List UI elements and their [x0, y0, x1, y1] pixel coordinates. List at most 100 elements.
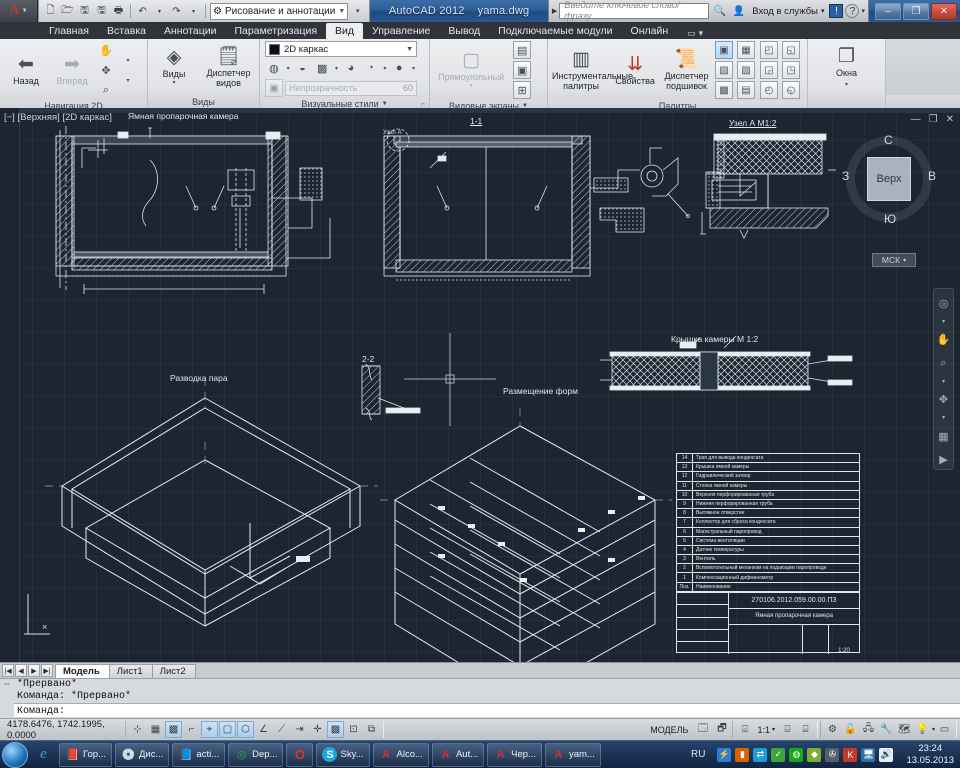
forward-button[interactable]: ➡ Вперед	[51, 54, 93, 87]
workspace-selector[interactable]: ⚙ Рисование и аннотации ▼	[210, 2, 349, 20]
visual-style-selector[interactable]: 2D каркас ▼	[265, 41, 417, 57]
taskbar-item-alcohol[interactable]: A Alco...	[372, 742, 429, 767]
signin-button[interactable]: Вход в службы ▾	[749, 6, 827, 17]
chevron-down-icon[interactable]: ▾	[699, 28, 704, 39]
edge-icon[interactable]: ◕	[342, 59, 360, 77]
windows-button[interactable]: ❐ Окна ▾	[826, 46, 868, 89]
zoom-icon[interactable]: ⌕	[935, 354, 952, 373]
play-icon[interactable]: ▶	[935, 450, 952, 469]
tray-icon-green[interactable]: ◍	[789, 747, 804, 762]
orbit-dropdown-icon[interactable]: ▾	[119, 51, 137, 69]
application-menu-button[interactable]: A ▼	[0, 0, 38, 22]
object-snap-toggle[interactable]: ▢	[219, 721, 236, 738]
status-expand-icon[interactable]: ▾	[932, 726, 935, 733]
redo-dropdown-icon[interactable]: ▾	[186, 4, 201, 19]
dynamic-input-toggle[interactable]: ✛	[309, 721, 326, 738]
chevron-down-icon[interactable]: ▼	[338, 8, 345, 15]
rectangular-viewport-button[interactable]: ▢ Прямоугольный ▾	[435, 50, 507, 90]
layer-properties-icon[interactable]: ◴	[760, 81, 778, 99]
fullscreen-icon[interactable]: ▭	[936, 721, 953, 738]
polar-tracking-toggle[interactable]: ⌖	[201, 721, 218, 738]
compass-south-label[interactable]: Ю	[884, 212, 896, 226]
single-viewport-icon[interactable]: ▣	[513, 61, 532, 79]
taskbar-item-folder-1[interactable]: 📕 Гор...	[59, 742, 112, 767]
taskbar-item-autocad-yama[interactable]: Ayam...	[544, 742, 601, 767]
command-line-grip[interactable]: ⋯	[0, 679, 14, 718]
sun-properties-icon[interactable]: ◳	[782, 61, 800, 79]
qat-customize-icon[interactable]: ▾	[350, 4, 365, 19]
silhouette-icon[interactable]: ◔	[362, 59, 380, 77]
dbconnect-icon[interactable]: ▧	[715, 61, 733, 79]
tray-icon-power[interactable]: ⚡	[717, 747, 732, 762]
undo-icon[interactable]: ↶	[135, 4, 150, 19]
tool-palettes-button[interactable]: ▥ Инструментальные палитры	[552, 49, 633, 92]
tray-icon-update[interactable]: ◆	[807, 747, 822, 762]
taskbar-item-folder-2[interactable]: 📘 acti...	[172, 742, 226, 767]
undo-dropdown-icon[interactable]: ▾	[152, 4, 167, 19]
face-style-icon[interactable]: ◍	[265, 59, 283, 77]
tray-icon-sync[interactable]: ⇄	[753, 747, 768, 762]
annotation-sync-icon[interactable]: ⌸	[797, 721, 814, 738]
drawing-utilities-icon[interactable]: ▣	[715, 41, 733, 59]
exchange-icon[interactable]: !	[829, 4, 844, 18]
chevron-down-icon[interactable]: ▼	[406, 46, 413, 53]
3d-object-snap-toggle[interactable]: ⬡	[237, 721, 254, 738]
chevron-down-icon[interactable]: ▾	[470, 82, 473, 89]
views-button[interactable]: ◈ Виды ▾	[153, 47, 195, 87]
save-as-icon[interactable]: 🖫	[94, 4, 109, 19]
chevron-down-icon[interactable]: ▾	[903, 257, 906, 264]
plot-icon[interactable]: 🖶	[111, 4, 126, 19]
taskbar-item-opera[interactable]: O	[286, 742, 314, 767]
first-tab-button[interactable]: |◀	[2, 664, 14, 677]
layout-tab-list1[interactable]: Лист1	[108, 664, 153, 678]
search-input[interactable]: Введите ключевое слово/фразу	[559, 0, 710, 22]
workspace-switch-icon[interactable]: ⚙	[824, 721, 841, 738]
chevron-down-icon[interactable]: ▾	[333, 59, 340, 77]
opacity-slider[interactable]: Непрозрачность 60	[285, 80, 417, 96]
taskbar-item-disk[interactable]: 💿 Дис...	[115, 742, 170, 767]
annotation-visibility-icon[interactable]: ⌹	[779, 721, 796, 738]
chevron-down-icon[interactable]: ▾	[172, 79, 175, 86]
sheet-set-manager-button[interactable]: 📜 Диспетчер подшивок	[661, 49, 712, 92]
back-button[interactable]: ⬅ Назад	[5, 54, 47, 87]
ortho-toggle[interactable]: ⌐	[183, 721, 200, 738]
orbit-icon[interactable]: ✥	[935, 390, 952, 409]
chevron-down-icon[interactable]: ▾	[821, 7, 825, 15]
start-orb[interactable]	[2, 741, 28, 768]
object-snap-tracking-toggle[interactable]: ∠	[255, 721, 272, 738]
steering-wheel-icon[interactable]: ◎	[935, 294, 952, 313]
tray-icon-check[interactable]: ✓	[771, 747, 786, 762]
chevron-down-icon[interactable]: ▾	[381, 59, 388, 77]
zoom-icon[interactable]: ⌕	[97, 81, 115, 99]
tray-icon-orange[interactable]: ▮	[735, 747, 750, 762]
pan-icon[interactable]: ✋	[935, 330, 952, 349]
zoom-dropdown-icon[interactable]: ▾	[119, 71, 137, 89]
search-icon[interactable]: 🔍	[711, 3, 728, 20]
tab-parametrizaciya[interactable]: Параметризация	[226, 23, 327, 39]
annotation-scale-icon[interactable]: ⌺	[736, 721, 753, 738]
last-tab-button[interactable]: ▶|	[41, 664, 53, 677]
clock[interactable]: 23:24 13.05.2013	[900, 743, 960, 767]
new-icon[interactable]: 🗋	[43, 4, 58, 19]
lights-list-icon[interactable]: ◲	[760, 61, 778, 79]
taskbar-item-autocad-cher[interactable]: A Чер...	[487, 742, 542, 767]
language-indicator[interactable]: RU	[686, 749, 710, 760]
redo-icon[interactable]: ↷	[169, 4, 184, 19]
chevron-down-icon[interactable]: ▾	[772, 726, 775, 733]
tab-vyvod[interactable]: Вывод	[439, 23, 489, 39]
ribbon-minimize-control[interactable]: ▭ ▾	[687, 28, 703, 39]
chevron-down-icon[interactable]: ▼	[22, 8, 28, 14]
user-icon[interactable]: 👤	[730, 3, 747, 20]
viewcube[interactable]: Верх С Ю В З	[842, 133, 936, 226]
tab-onlayn[interactable]: Онлайн	[622, 23, 678, 39]
maximize-button[interactable]: ❐	[903, 2, 929, 20]
advanced-render-icon[interactable]: ◵	[782, 81, 800, 99]
help-icon[interactable]: ?	[845, 4, 860, 18]
tray-icon-kaspersky[interactable]: K	[843, 747, 858, 762]
snap-toggle[interactable]: ⊹	[129, 721, 146, 738]
chevron-down-icon[interactable]: ▾	[410, 59, 417, 77]
command-input[interactable]: Команда:	[14, 703, 960, 717]
grid-display-toggle[interactable]: ▦	[147, 721, 164, 738]
tray-icon-volume[interactable]: 🔊	[879, 747, 894, 762]
isolate-objects-icon[interactable]: 🔧	[878, 721, 895, 738]
